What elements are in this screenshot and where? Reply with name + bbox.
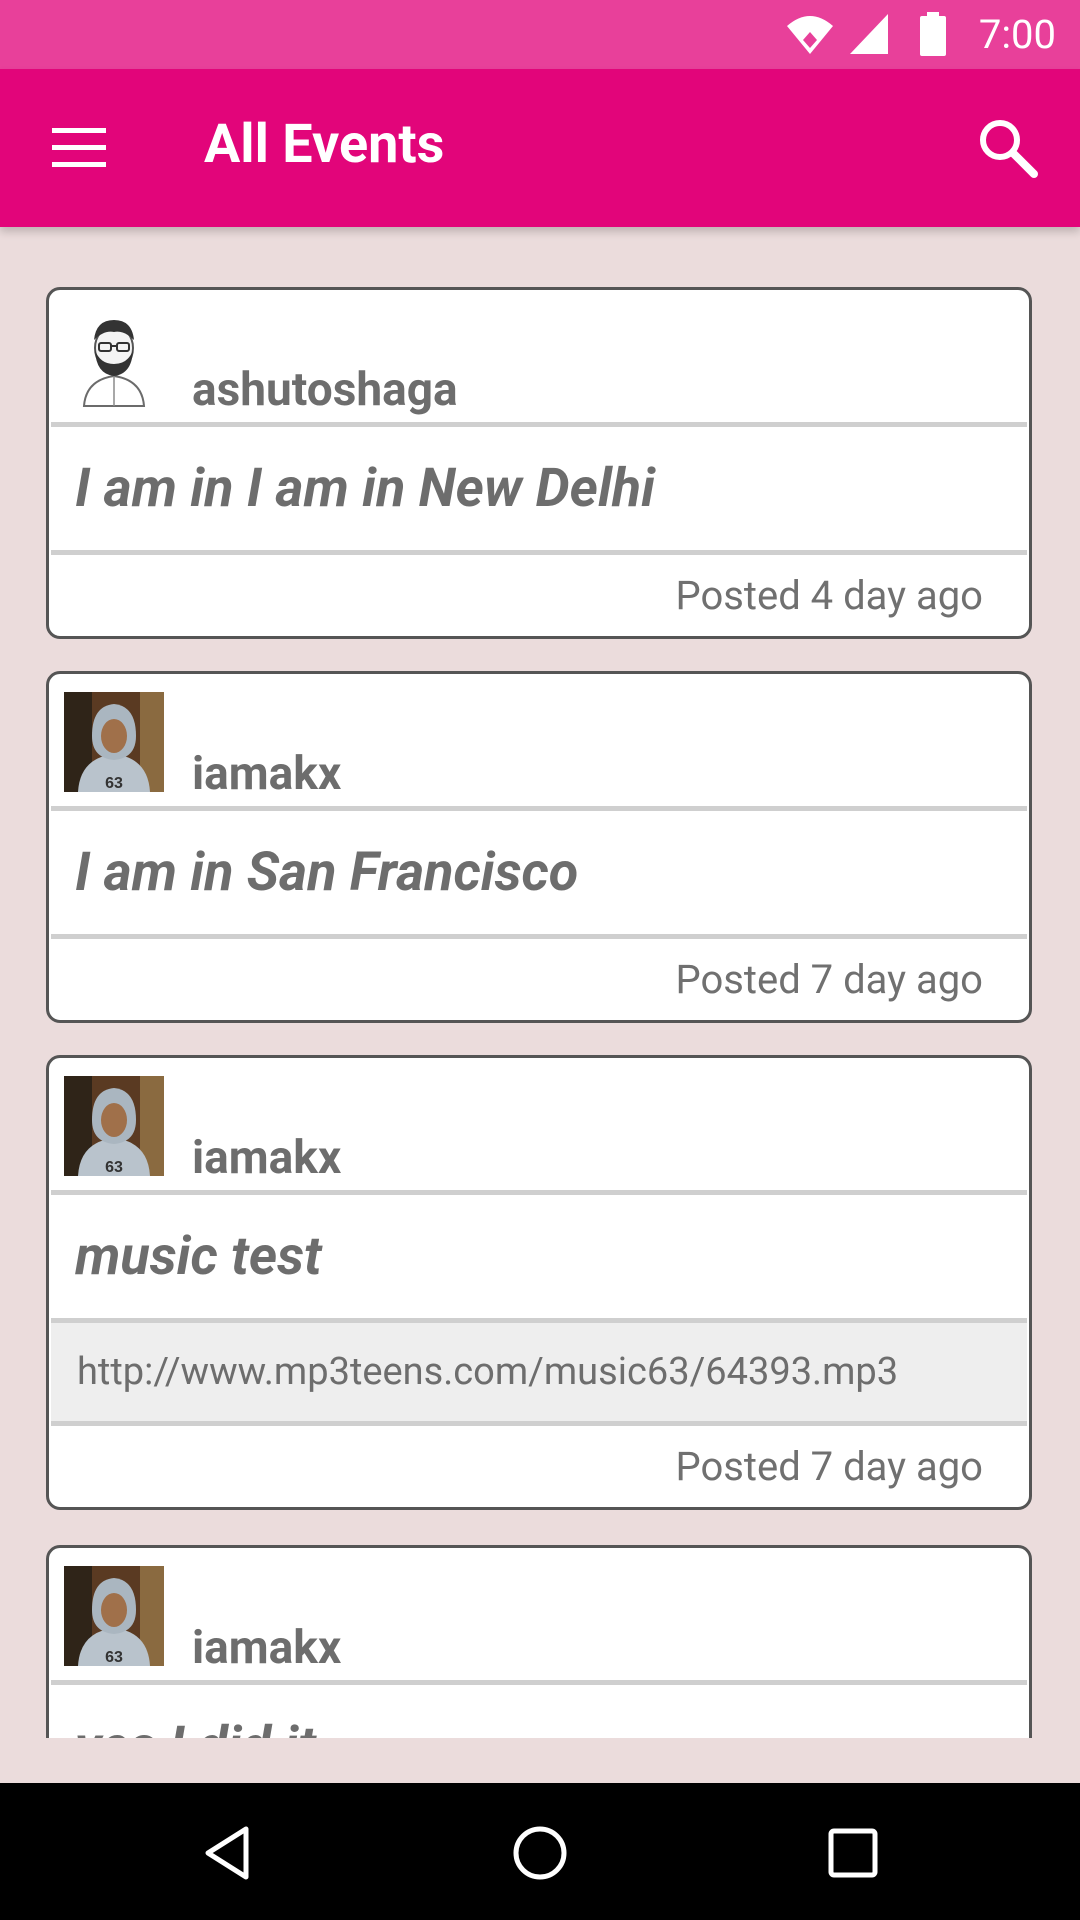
card-header: 63 iamakx <box>49 1058 1029 1190</box>
username: ashutoshaga <box>192 363 458 417</box>
username: iamakx <box>192 1131 342 1185</box>
event-link[interactable]: http://www.mp3teens.com/music63/64393.mp… <box>51 1323 1027 1421</box>
posted-time: Posted 7 day ago <box>675 1443 983 1490</box>
event-card[interactable]: ashutoshaga I am in I am in New Delhi Po… <box>46 287 1032 639</box>
card-header: 63 iamakx <box>49 1548 1029 1680</box>
event-message: music test <box>75 1225 322 1288</box>
svg-text:63: 63 <box>105 775 123 792</box>
navigation-bar <box>0 1783 1080 1920</box>
event-message: yes I did it <box>49 1685 1029 1738</box>
events-feed[interactable]: ashutoshaga I am in I am in New Delhi Po… <box>0 227 1080 1738</box>
home-circle-icon[interactable] <box>508 1821 572 1885</box>
status-bar: 7:00 <box>0 0 1080 69</box>
menu-icon[interactable] <box>48 122 112 174</box>
wifi-icon <box>787 16 833 54</box>
event-card[interactable]: 63 iamakx music test http://www.mp3teens… <box>46 1055 1032 1510</box>
username: iamakx <box>192 747 342 801</box>
posted-time: Posted 4 day ago <box>675 572 983 619</box>
hoodie-photo-avatar: 63 <box>64 1076 164 1176</box>
event-message: I am in San Francisco <box>75 841 579 904</box>
svg-text:63: 63 <box>105 1649 123 1666</box>
battery-icon <box>920 12 946 56</box>
svg-text:63: 63 <box>105 1159 123 1176</box>
event-card[interactable]: 63 iamakx yes I did it <box>46 1545 1032 1738</box>
card-header: 63 iamakx <box>49 674 1029 806</box>
username: iamakx <box>192 1621 342 1675</box>
hoodie-photo-avatar: 63 <box>64 692 164 792</box>
event-message: I am in I am in New Delhi <box>75 457 655 520</box>
status-time: 7:00 <box>978 11 1056 58</box>
search-icon[interactable] <box>976 116 1040 180</box>
posted-time: Posted 7 day ago <box>675 956 983 1003</box>
hoodie-photo-avatar: 63 <box>64 1566 164 1666</box>
card-header: ashutoshaga <box>49 290 1029 422</box>
back-triangle-icon[interactable] <box>196 1821 260 1885</box>
event-card[interactable]: 63 iamakx I am in San Francisco Posted 7… <box>46 671 1032 1023</box>
bearded-man-avatar <box>64 308 164 408</box>
app-bar: All Events <box>0 69 1080 227</box>
cell-signal-icon <box>850 14 888 54</box>
page-title: All Events <box>204 113 445 176</box>
recents-square-icon[interactable] <box>821 1821 885 1885</box>
